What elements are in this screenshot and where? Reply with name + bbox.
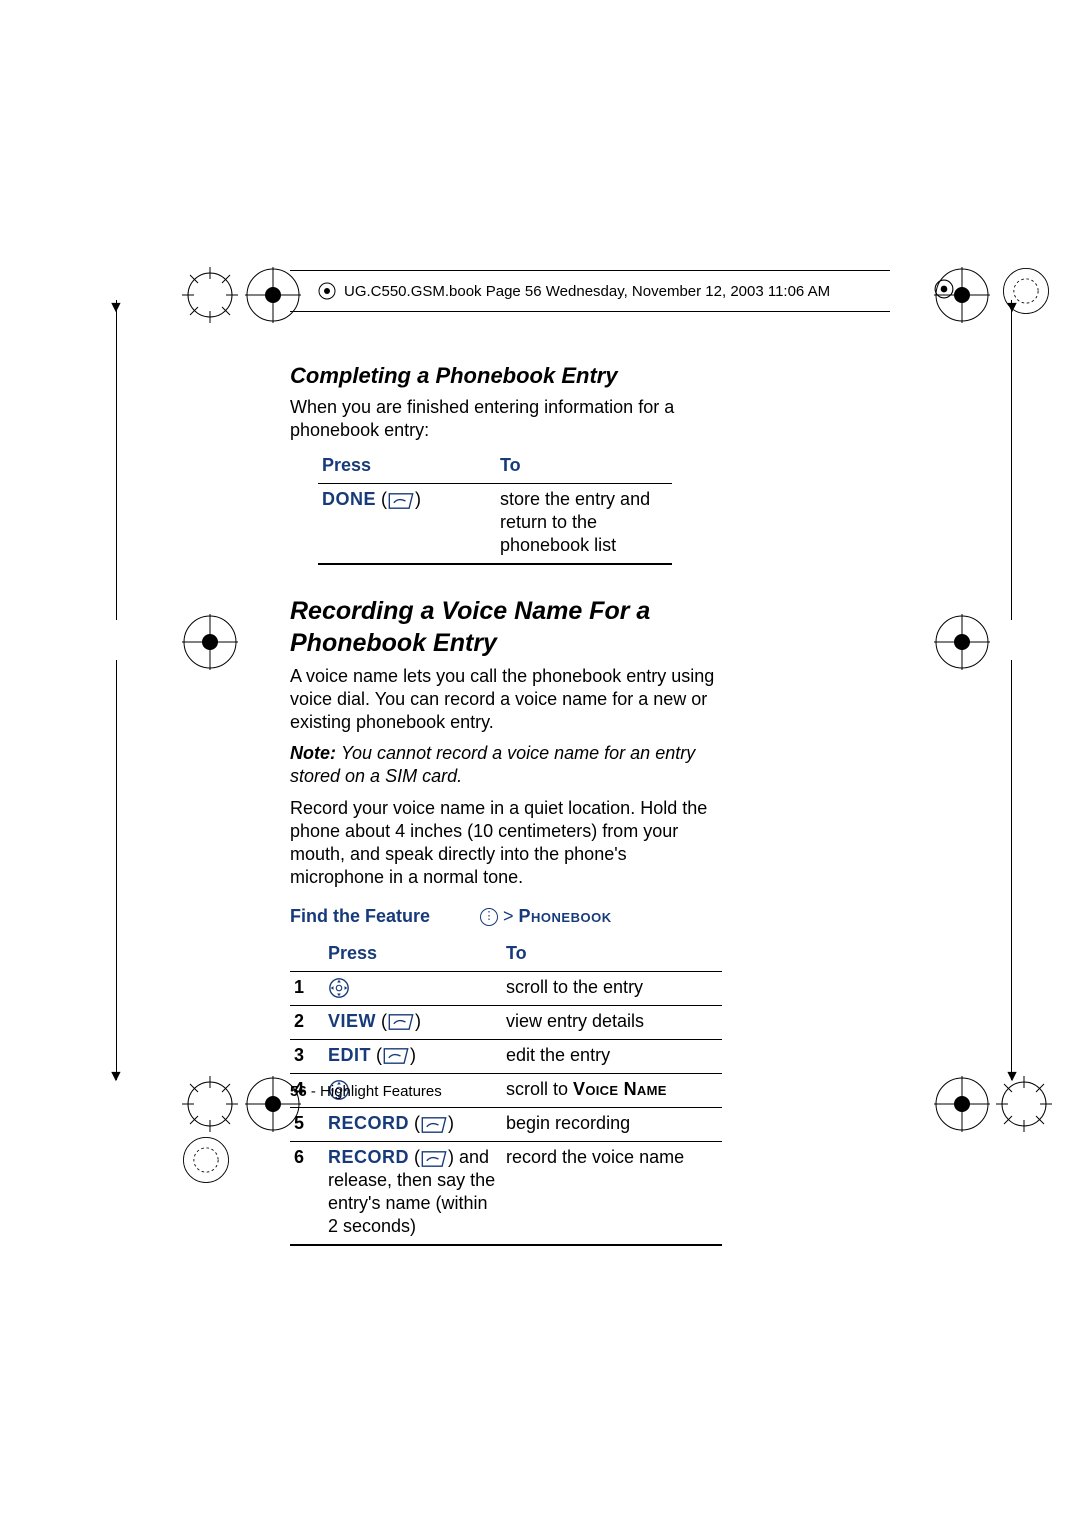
section-heading: Completing a Phonebook Entry: [290, 362, 722, 390]
table-header-press: Press: [324, 938, 502, 972]
find-feature-path: ⋮ > Phonebook: [480, 905, 612, 928]
table-cell-to: view entry details: [502, 1005, 722, 1039]
to-text: scroll to: [506, 1079, 573, 1099]
press-to-table: Press To DONE () store the entry and ret…: [318, 450, 672, 565]
table-row: 5RECORD ()begin recording: [290, 1108, 722, 1142]
section-heading: Recording a Voice Name For a Phonebook E…: [290, 595, 722, 659]
footer-section: Highlight Features: [320, 1083, 442, 1100]
table-cell-to: scroll to Voice Name: [502, 1074, 722, 1108]
register-halo-icon: [182, 267, 238, 323]
note-text: You cannot record a voice name for an en…: [290, 743, 695, 786]
register-halo-icon: [182, 1076, 238, 1132]
softkey-icon: [420, 1147, 448, 1167]
paragraph: Record your voice name in a quiet locati…: [290, 797, 722, 889]
table-row: 1 scroll to the entry: [290, 971, 722, 1005]
table-header-to: To: [502, 938, 722, 972]
find-feature-label: Find the Feature: [290, 905, 480, 928]
register-dashed-icon: [180, 1134, 232, 1186]
to-bold: Voice Name: [573, 1079, 667, 1099]
header-info: UG.C550.GSM.book Page 56 Wednesday, Nove…: [290, 270, 890, 312]
page-footer: 56 - Highlight Features: [290, 1083, 442, 1100]
note-label: Note:: [290, 743, 341, 763]
softkey-icon: [382, 1045, 410, 1065]
table-cell-press: EDIT (): [324, 1039, 502, 1073]
softkey-label: EDIT: [328, 1045, 371, 1065]
page-number: 56: [290, 1083, 307, 1100]
paragraph: When you are finished entering informati…: [290, 396, 722, 442]
note: Note: You cannot record a voice name for…: [290, 742, 722, 788]
menu-key-icon: ⋮: [480, 908, 498, 926]
path-sep: >: [498, 906, 519, 926]
table-row: 6RECORD () and release, then say the ent…: [290, 1142, 722, 1246]
register-tiny-icon: [934, 279, 954, 299]
table-cell-to: store the entry and return to the phoneb…: [496, 484, 672, 565]
table-cell-press: [324, 971, 502, 1005]
step-number: 3: [290, 1039, 324, 1073]
table-cell-to: scroll to the entry: [502, 971, 722, 1005]
register-mark-icon: [934, 1076, 990, 1132]
step-number: 5: [290, 1108, 324, 1142]
paragraph: A voice name lets you call the phonebook…: [290, 665, 722, 734]
step-number: 1: [290, 971, 324, 1005]
table-header-press: Press: [318, 450, 496, 484]
softkey-label: RECORD: [328, 1147, 409, 1167]
softkey-icon: [387, 1011, 415, 1031]
softkey-label: DONE: [322, 489, 376, 509]
softkey-icon: [420, 1113, 448, 1133]
softkey-label: RECORD: [328, 1113, 409, 1133]
table-row: 2VIEW ()view entry details: [290, 1005, 722, 1039]
find-feature-row: Find the Feature ⋮ > Phonebook: [290, 905, 722, 928]
table-header-to: To: [496, 450, 672, 484]
footer-sep: -: [307, 1083, 320, 1100]
table-cell-to: begin recording: [502, 1108, 722, 1142]
register-tiny-icon: [318, 282, 336, 300]
table-cell-to: edit the entry: [502, 1039, 722, 1073]
register-mark-icon: [934, 614, 990, 670]
table-cell-to: record the voice name: [502, 1142, 722, 1246]
path-dest: Phonebook: [519, 906, 612, 926]
nav-key-icon: [328, 977, 350, 997]
table-cell-press: RECORD () and release, then say the entr…: [324, 1142, 502, 1246]
softkey-icon: [387, 492, 415, 510]
table-cell-press: RECORD (): [324, 1108, 502, 1142]
table-cell-press: VIEW (): [324, 1005, 502, 1039]
softkey-label: VIEW: [328, 1011, 376, 1031]
header-info-text: UG.C550.GSM.book Page 56 Wednesday, Nove…: [344, 283, 830, 300]
table-row: 3EDIT ()edit the entry: [290, 1039, 722, 1073]
step-number: 6: [290, 1142, 324, 1246]
step-number: 2: [290, 1005, 324, 1039]
table-cell-press: DONE (): [318, 484, 496, 565]
page-content: Completing a Phonebook Entry When you ar…: [290, 350, 722, 1246]
register-mark-icon: [182, 614, 238, 670]
